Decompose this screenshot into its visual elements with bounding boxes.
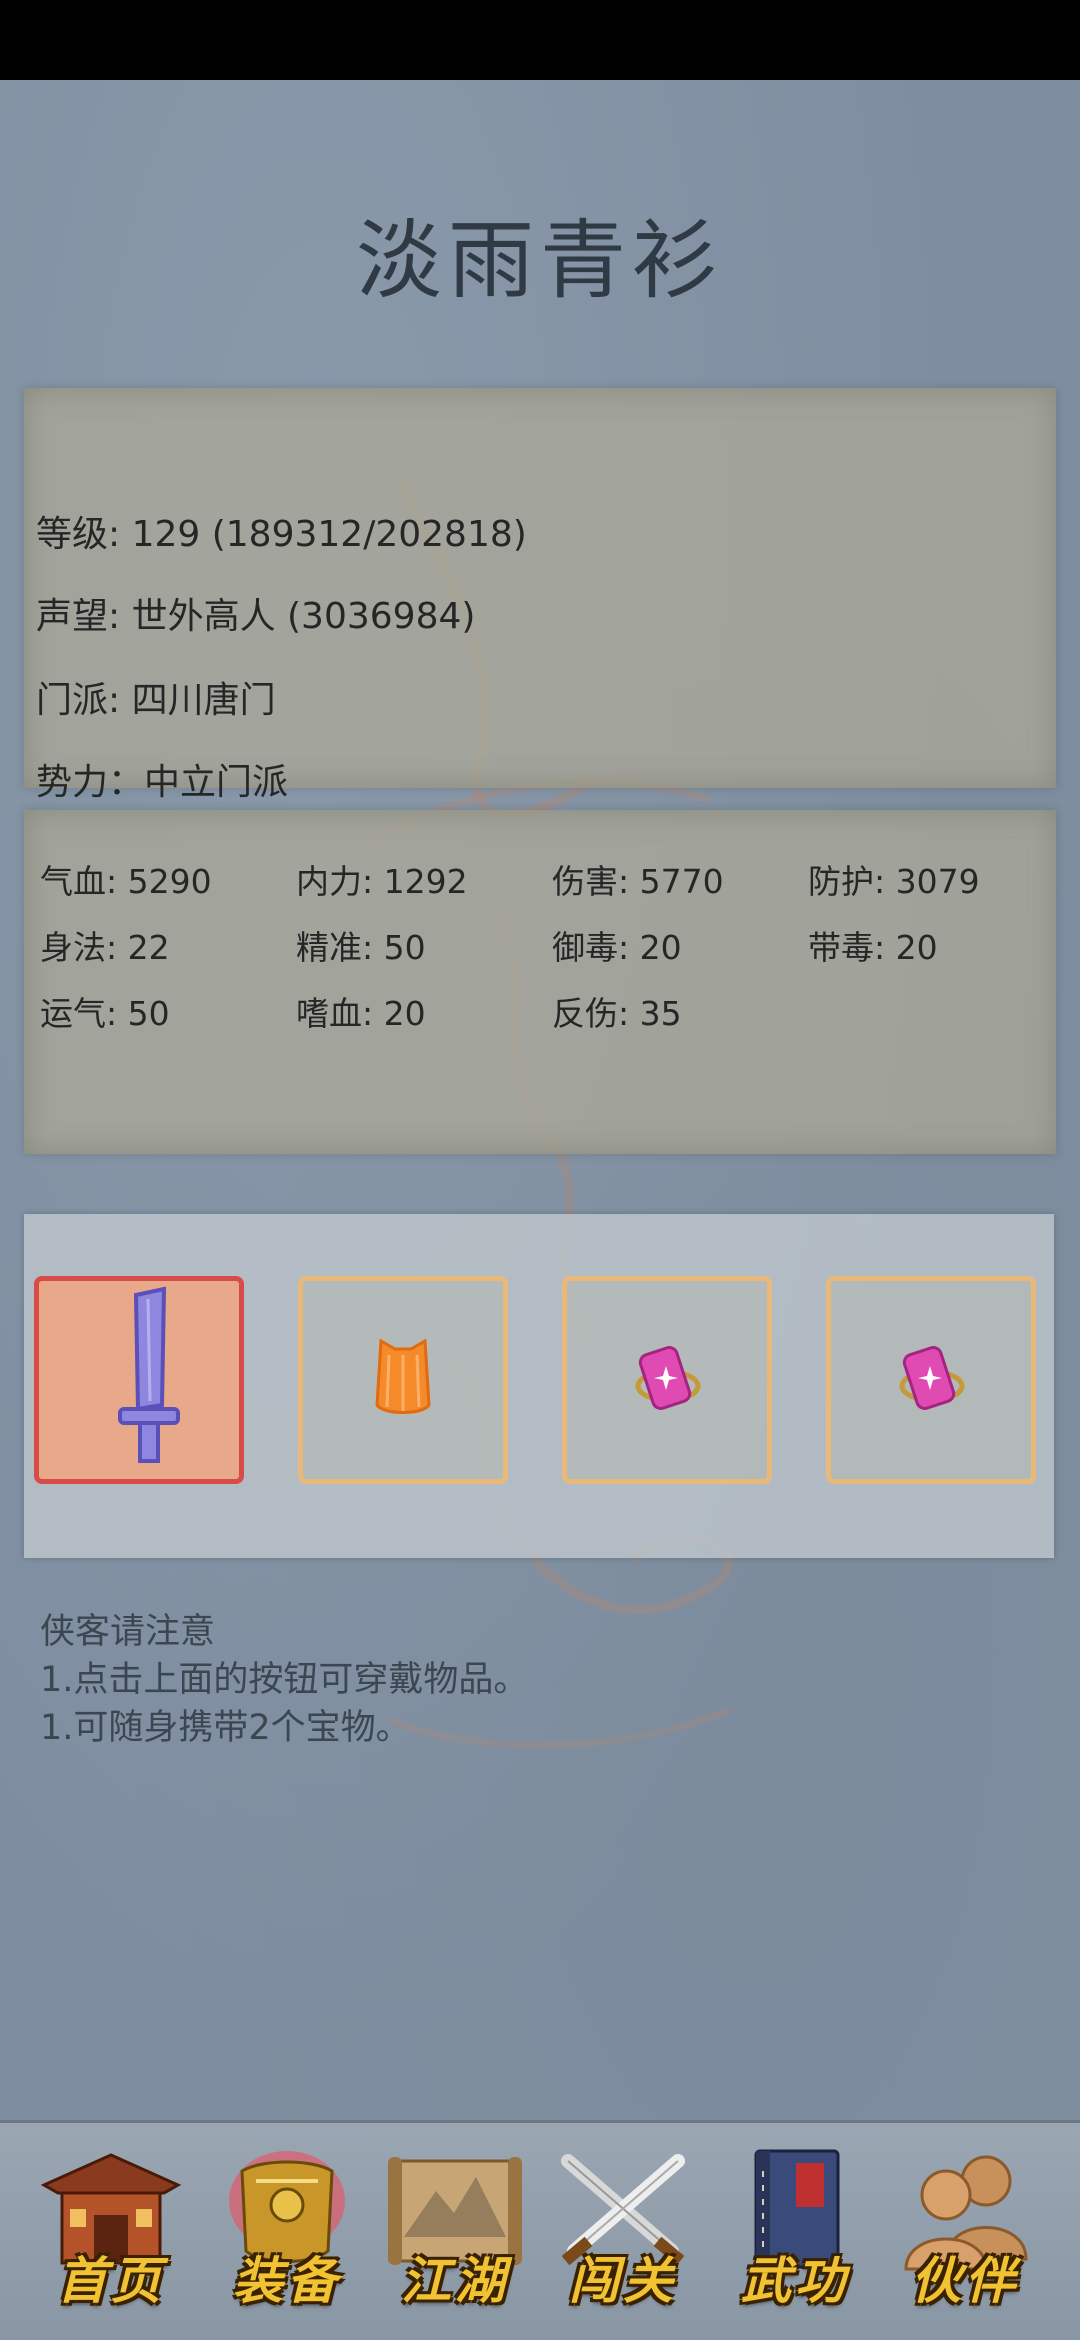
notice-title: 侠客请注意 <box>40 1612 216 1652</box>
equipment-panel <box>24 1214 1054 1558</box>
sect-text: 门派: 四川唐门 <box>36 680 276 721</box>
nav-jianghu[interactable]: 江湖 <box>380 2141 530 2331</box>
equip-slot-treasure-2[interactable] <box>826 1276 1036 1484</box>
nav-equipment[interactable]: 装备 <box>212 2141 362 2331</box>
stat-reflect: 反伤: 35 <box>552 994 682 1033</box>
stat-bloodthirst: 嗜血: 20 <box>296 994 426 1033</box>
stat-hp: 气血: 5290 <box>40 862 212 901</box>
nav-home-label: 首页 <box>57 2251 165 2310</box>
stats-panel: 气血: 5290 内力: 1292 伤害: 5770 防护: 3079 身法: … <box>24 810 1056 1154</box>
character-name: 淡雨青衫 <box>356 211 724 311</box>
nav-partners-label: 伙伴 <box>911 2251 1019 2310</box>
stat-internal-power: 内力: 1292 <box>296 862 468 901</box>
nav-challenge[interactable]: 闯关 <box>548 2141 698 2331</box>
equipment-screen: 淡雨青衫 等级: 129 (189312/202818) 声望: 世外高人 (3… <box>0 80 1080 2340</box>
stat-agility: 身法: 22 <box>40 928 170 967</box>
status-bar <box>0 0 1080 80</box>
stat-luck: 运气: 50 <box>40 994 170 1033</box>
faction-text: 势力：中立门派 <box>36 762 289 803</box>
nav-equipment-label: 装备 <box>233 2251 341 2310</box>
stat-damage: 伤害: 5770 <box>552 862 724 901</box>
notice-box: 侠客请注意 1.点击上面的按钮可穿戴物品。 1.可随身携带2个宝物。 <box>40 1608 528 1752</box>
character-info-panel: 等级: 129 (189312/202818) 声望: 世外高人 (303698… <box>24 388 1056 803</box>
equip-slot-weapon[interactable] <box>34 1276 244 1484</box>
notice-line-2: 1.可随身携带2个宝物。 <box>40 1708 411 1748</box>
treasure-icon <box>635 1346 701 1410</box>
reputation-text: 声望: 世外高人 (3036984) <box>36 596 476 637</box>
equip-slot-armor[interactable] <box>298 1276 508 1484</box>
stat-poison-resist: 御毒: 20 <box>552 928 682 967</box>
nav-martial[interactable]: 武功 <box>720 2141 870 2331</box>
equip-slot-treasure-1[interactable] <box>562 1276 772 1484</box>
nav-home[interactable]: 首页 <box>36 2141 186 2331</box>
nav-jianghu-label: 江湖 <box>401 2251 509 2310</box>
nav-martial-label: 武功 <box>741 2251 849 2310</box>
sword-icon <box>118 1286 180 1463</box>
treasure-icon <box>899 1346 965 1410</box>
nav-challenge-label: 闯关 <box>569 2251 677 2310</box>
stat-defense: 防护: 3079 <box>808 862 980 901</box>
robe-icon <box>375 1338 431 1414</box>
level-text: 等级: 129 (189312/202818) <box>36 514 527 555</box>
stat-poison: 带毒: 20 <box>808 928 938 967</box>
nav-partners[interactable]: 伙伴 <box>890 2141 1040 2331</box>
stat-accuracy: 精准: 50 <box>296 928 426 967</box>
notice-line-1: 1.点击上面的按钮可穿戴物品。 <box>40 1660 529 1700</box>
bottom-nav: 首页 装备 江湖 闯关 武功 伙伴 <box>0 2120 1080 2340</box>
